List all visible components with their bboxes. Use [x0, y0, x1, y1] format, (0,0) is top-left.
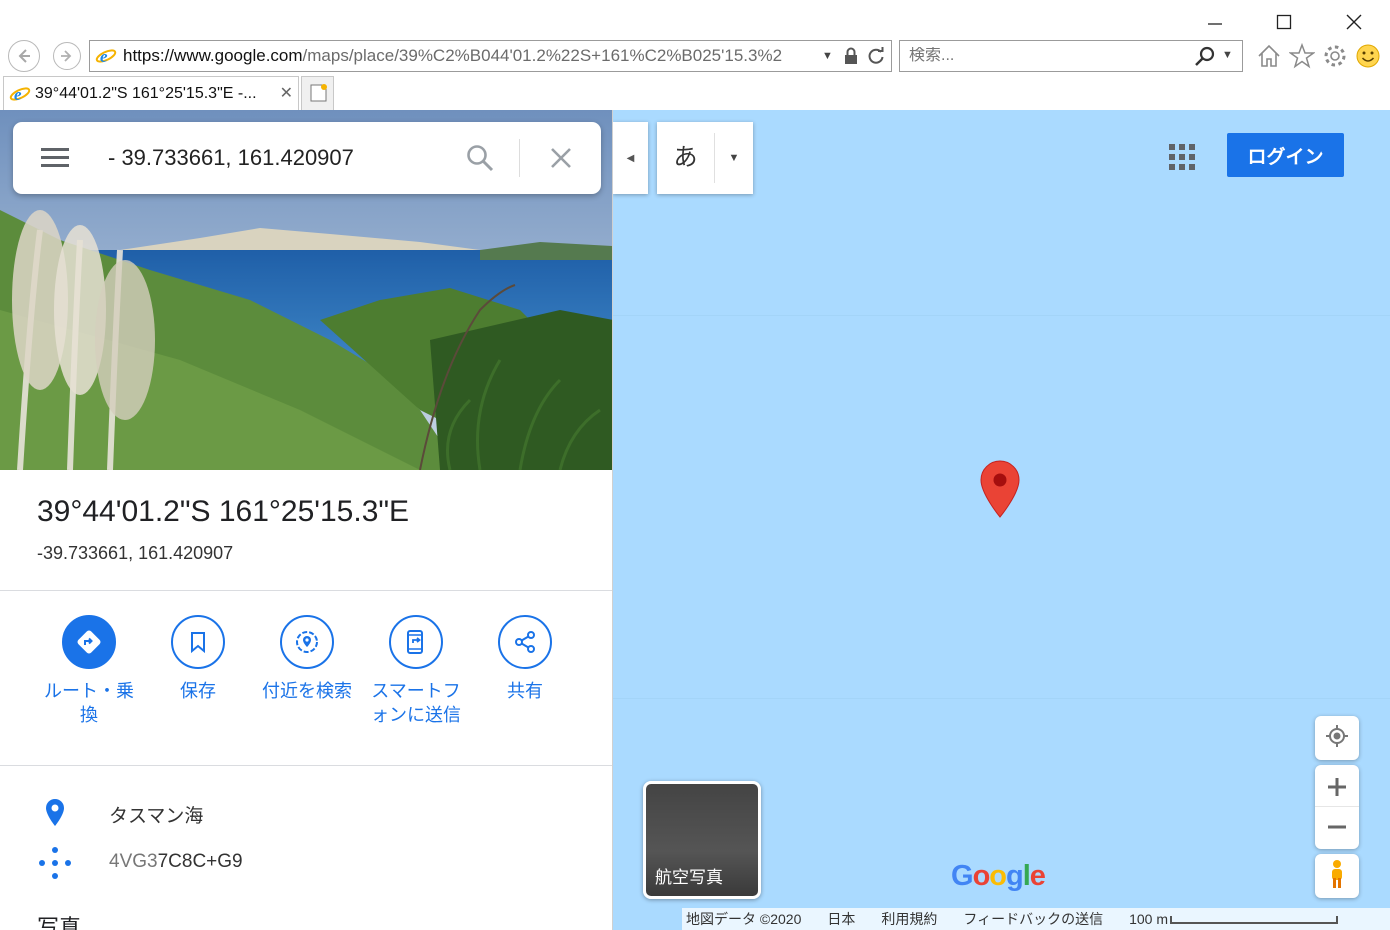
map-tile-seam — [613, 315, 1390, 316]
search-divider — [519, 139, 520, 177]
input-tools-button[interactable]: あ ▼ — [657, 122, 753, 194]
browser-tab[interactable]: e 39°44'01.2"S 161°25'15.3"E -... ✕ — [3, 76, 299, 110]
street-view-pegman[interactable] — [1315, 854, 1359, 898]
ime-key[interactable]: あ — [657, 133, 715, 183]
apps-grid-icon[interactable] — [1167, 142, 1197, 172]
divider — [0, 765, 612, 766]
favorites-star-icon[interactable] — [1288, 42, 1316, 70]
share-icon — [498, 615, 552, 669]
map-canvas[interactable]: ◀ あ ▼ ログイン 航空写真 Google 地図データ ©2020 日本 利用… — [613, 110, 1390, 930]
scale-bar — [1170, 916, 1339, 924]
address-bar[interactable]: e https://www.google.com/maps/place/39%C… — [89, 40, 892, 72]
divider — [0, 590, 612, 591]
refresh-icon[interactable] — [866, 46, 886, 71]
place-panel: - 39.733661, 161.420907 39°44'01.2"S 161… — [0, 110, 613, 930]
satellite-toggle[interactable]: 航空写真 — [643, 781, 761, 899]
zoom-in-icon[interactable] — [1315, 767, 1359, 807]
close-window-icon[interactable] — [1339, 8, 1369, 36]
bookmark-icon — [171, 615, 225, 669]
map-tile-seam — [613, 698, 1390, 699]
login-button[interactable]: ログイン — [1227, 133, 1344, 177]
save-label: 保存 — [180, 681, 216, 701]
svg-text:e: e — [100, 47, 108, 66]
directions-icon — [62, 615, 116, 669]
ie-icon: e — [95, 45, 117, 67]
browser-chrome: e https://www.google.com/maps/place/39%C… — [0, 0, 1390, 110]
send-to-phone-button[interactable]: スマートフォンに送信 — [361, 615, 471, 727]
send-to-phone-label: スマートフォンに送信 — [371, 681, 461, 725]
scale-label[interactable]: 100 m — [1129, 911, 1168, 927]
clear-search-icon[interactable] — [550, 147, 572, 174]
pegman-icon — [1328, 859, 1346, 894]
save-button[interactable]: 保存 — [143, 615, 253, 703]
settings-gear-icon[interactable] — [1321, 42, 1349, 70]
search-dropdown-icon[interactable]: ▼ — [1222, 49, 1233, 61]
plus-code-row[interactable]: 4VG37C8C+G9 — [0, 842, 612, 882]
search-icon[interactable] — [1194, 46, 1216, 73]
lock-icon — [844, 47, 858, 70]
send-to-phone-icon — [389, 615, 443, 669]
my-location-button[interactable] — [1315, 716, 1359, 760]
feedback-link[interactable]: フィードバックの送信 — [963, 909, 1103, 929]
zoom-out-icon[interactable] — [1315, 807, 1359, 847]
location-pin-icon — [38, 796, 72, 830]
plus-code-text: 4VG37C8C+G9 — [109, 851, 243, 872]
browser-search-input[interactable] — [909, 47, 1179, 65]
place-coordinates: -39.733661, 161.420907 — [37, 543, 234, 563]
map-pin-icon[interactable] — [978, 459, 1022, 519]
home-icon[interactable] — [1255, 42, 1283, 70]
map-footer: 地図データ ©2020 日本 利用規約 フィードバックの送信 100 m — [682, 908, 1390, 930]
place-title: 39°44'01.2"S 161°25'15.3"E — [37, 495, 410, 528]
nearby-search-button[interactable]: 付近を検索 — [252, 615, 362, 703]
minimize-icon[interactable] — [1200, 8, 1230, 36]
country-label[interactable]: 日本 — [827, 909, 855, 929]
browser-search-box[interactable]: ▼ — [899, 40, 1243, 72]
tab-close-icon[interactable]: ✕ — [280, 83, 293, 103]
photos-heading: 写真 — [37, 915, 82, 930]
zoom-controls — [1315, 765, 1359, 849]
new-tab-button[interactable] — [301, 76, 334, 110]
search-box[interactable]: - 39.733661, 161.420907 — [13, 122, 601, 194]
share-button[interactable]: 共有 — [470, 615, 580, 703]
terms-link[interactable]: 利用規約 — [881, 909, 937, 929]
nearby-icon — [280, 615, 334, 669]
location-row[interactable]: タスマン海 — [0, 792, 612, 832]
directions-button[interactable]: ルート・乗換 — [34, 615, 144, 727]
maximize-icon[interactable] — [1269, 8, 1299, 36]
map-data-credit[interactable]: 地図データ ©2020 — [686, 909, 801, 929]
forward-icon[interactable] — [53, 42, 81, 70]
new-tab-icon — [309, 83, 329, 108]
dropdown-icon[interactable]: ▼ — [822, 50, 833, 62]
tab-title: 39°44'01.2"S 161°25'15.3"E -... — [35, 84, 257, 102]
caret-left-icon: ◀ — [626, 152, 635, 164]
share-label: 共有 — [507, 681, 543, 701]
tab-ie-icon: e — [9, 83, 31, 105]
google-logo: Google — [951, 860, 1046, 892]
url-text: https://www.google.com/maps/place/39%C2%… — [123, 46, 783, 65]
directions-label: ルート・乗換 — [44, 681, 134, 725]
search-icon[interactable] — [466, 144, 494, 177]
my-location-icon — [1325, 724, 1349, 753]
search-query[interactable]: - 39.733661, 161.420907 — [108, 145, 354, 171]
menu-icon[interactable] — [41, 148, 69, 173]
back-icon[interactable] — [8, 40, 40, 72]
location-text: タスマン海 — [109, 806, 204, 827]
plus-code-icon — [38, 846, 72, 880]
collapse-panel-button[interactable]: ◀ — [613, 122, 648, 194]
svg-text:e: e — [14, 85, 22, 104]
satellite-label: 航空写真 — [655, 868, 723, 887]
caret-down-icon[interactable]: ▼ — [715, 152, 753, 164]
nearby-label: 付近を検索 — [262, 681, 352, 701]
smiley-feedback-icon[interactable] — [1354, 42, 1382, 70]
